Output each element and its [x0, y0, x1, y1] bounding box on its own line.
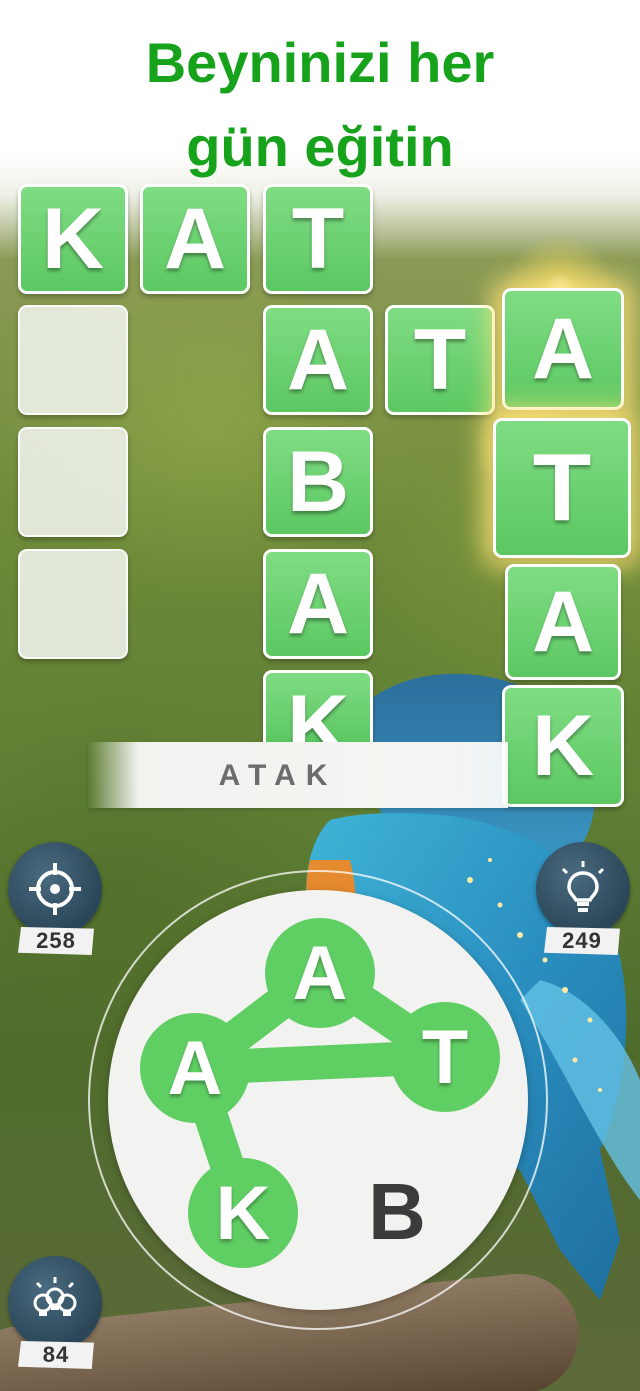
- wheel-letter-k[interactable]: K: [188, 1158, 298, 1268]
- selection-path: [178, 956, 462, 1230]
- wheel-letter-t[interactable]: T: [390, 1002, 500, 1112]
- background-scene: K A T A B A K T A T A K ATAK 258 249 84 …: [0, 0, 640, 1391]
- wheel-letter-b[interactable]: B: [342, 1157, 452, 1267]
- headline-line-2: gün eğitin: [186, 115, 454, 178]
- wheel-letter-a-top[interactable]: A: [265, 918, 375, 1028]
- headline-line-1: Beyninizi her: [145, 31, 495, 94]
- wheel-letter-a-left[interactable]: A: [140, 1013, 250, 1123]
